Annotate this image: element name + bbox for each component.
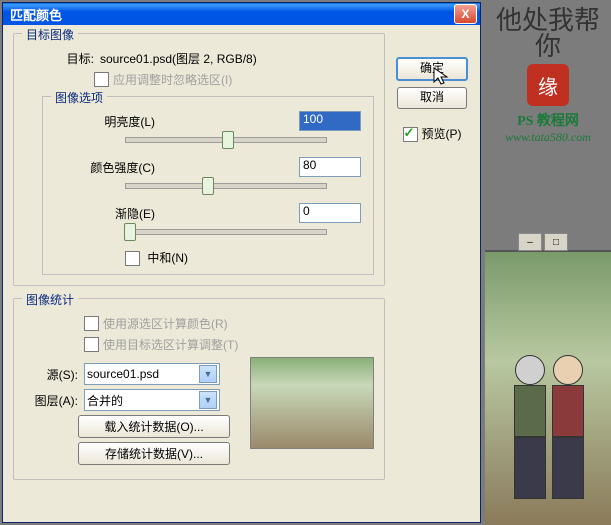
- cancel-button[interactable]: 取消: [397, 87, 467, 109]
- window-controls: – □: [518, 233, 568, 251]
- ignore-selection-checkbox: [94, 72, 109, 87]
- match-color-dialog: 匹配颜色 X 确定 取消 预览(P) 目标图像 目标: source01.psd…: [2, 2, 481, 523]
- target-image-group: 目标图像 目标: source01.psd(图层 2, RGB/8) 应用调整时…: [13, 33, 385, 286]
- intensity-input[interactable]: 80: [299, 157, 361, 177]
- watermark-chars: 他处我帮你: [488, 8, 608, 60]
- brightness-thumb[interactable]: [222, 131, 234, 149]
- minimize-button[interactable]: –: [518, 233, 542, 251]
- load-stats-button[interactable]: 载入统计数据(O)...: [78, 415, 230, 438]
- watermark-seal: 缘: [527, 64, 569, 106]
- use-target-sel-checkbox: [84, 337, 99, 352]
- titlebar[interactable]: 匹配颜色 X: [3, 3, 480, 25]
- chevron-down-icon: ▼: [199, 365, 217, 383]
- brightness-label: 明亮度(L): [55, 113, 161, 130]
- cartoon-characters: [510, 355, 600, 515]
- stats-legend: 图像统计: [22, 291, 78, 308]
- ignore-selection-label: 应用调整时忽略选区(I): [113, 71, 232, 88]
- target-legend: 目标图像: [22, 26, 78, 43]
- fade-thumb[interactable]: [124, 223, 136, 241]
- source-select[interactable]: source01.psd ▼: [84, 363, 220, 385]
- use-source-sel-checkbox: [84, 316, 99, 331]
- watermark-url: www.tata580.com: [488, 130, 608, 145]
- use-source-sel-label: 使用源选区计算颜色(R): [103, 315, 228, 332]
- watermark: 他处我帮你 缘 PS 教程网 www.tata580.com: [488, 8, 608, 145]
- neutralize-label: 中和(N): [147, 251, 188, 265]
- preview-checkbox[interactable]: [403, 127, 418, 142]
- neutralize-checkbox[interactable]: [125, 251, 140, 266]
- brightness-input[interactable]: 100: [299, 111, 361, 131]
- preview-label: 预览(P): [422, 127, 462, 141]
- maximize-button[interactable]: □: [544, 233, 568, 251]
- image-stats-group: 图像统计 使用源选区计算颜色(R) 使用目标选区计算调整(T) 源(S): so…: [13, 298, 385, 480]
- image-options-group: 图像选项 明亮度(L) 100 颜色强度(C) 80 渐隐(E) 0: [42, 96, 374, 275]
- fade-label: 渐隐(E): [55, 205, 161, 222]
- fade-slider[interactable]: [125, 229, 327, 235]
- options-legend: 图像选项: [51, 89, 107, 106]
- target-label: 目标:: [24, 50, 100, 67]
- source-label: 源(S):: [24, 366, 84, 383]
- save-stats-button[interactable]: 存储统计数据(V)...: [78, 442, 230, 465]
- watermark-ps: PS 教程网: [488, 110, 608, 130]
- ok-button[interactable]: 确定: [396, 57, 468, 81]
- source-value: source01.psd: [87, 367, 159, 381]
- layer-label: 图层(A):: [24, 392, 84, 409]
- brightness-slider[interactable]: [125, 137, 327, 143]
- use-target-sel-label: 使用目标选区计算调整(T): [103, 336, 238, 353]
- dialog-title: 匹配颜色: [6, 5, 454, 24]
- close-button[interactable]: X: [454, 4, 477, 24]
- layer-value: 合并的: [87, 392, 123, 409]
- target-value: source01.psd(图层 2, RGB/8): [100, 50, 257, 67]
- chevron-down-icon: ▼: [199, 391, 217, 409]
- intensity-slider[interactable]: [125, 183, 327, 189]
- source-preview: [250, 357, 374, 449]
- intensity-label: 颜色强度(C): [55, 159, 161, 176]
- layer-select[interactable]: 合并的 ▼: [84, 389, 220, 411]
- fade-input[interactable]: 0: [299, 203, 361, 223]
- intensity-thumb[interactable]: [202, 177, 214, 195]
